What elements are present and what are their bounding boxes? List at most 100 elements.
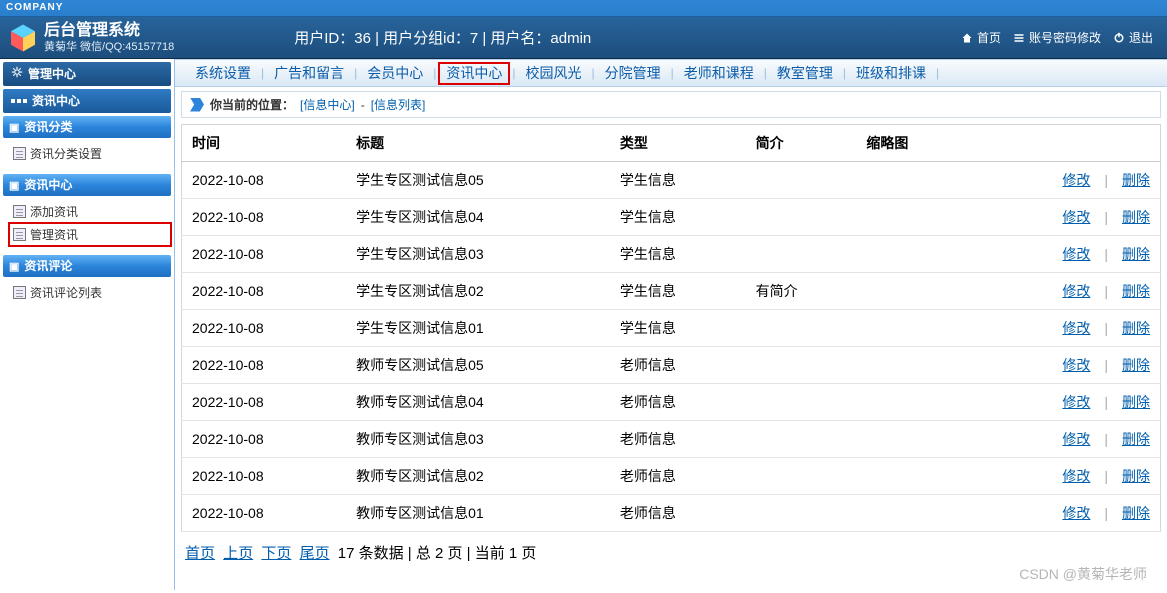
column-header: 时间 <box>182 125 347 162</box>
table-row: 2022-10-08学生专区测试信息04学生信息修改|删除 <box>182 199 1161 236</box>
edit-link[interactable]: 修改 <box>1062 505 1090 521</box>
doc-icon <box>13 205 26 218</box>
edit-link[interactable]: 修改 <box>1062 431 1090 447</box>
cell-title: 学生专区测试信息01 <box>346 310 610 347</box>
cell-title: 学生专区测试信息05 <box>346 162 610 199</box>
cell-type: 学生信息 <box>610 236 746 273</box>
sidebar-item[interactable]: 添加资讯 <box>9 200 171 223</box>
delete-link[interactable]: 删除 <box>1122 431 1150 447</box>
edit-link[interactable]: 修改 <box>1062 283 1090 299</box>
cell-type: 学生信息 <box>610 199 746 236</box>
cell-actions: 修改|删除 <box>967 236 1160 273</box>
list-icon <box>1012 31 1026 45</box>
cell-title: 教师专区测试信息01 <box>346 495 610 532</box>
cell-actions: 修改 | 删除 <box>967 347 1160 384</box>
gear-icon <box>11 62 23 86</box>
sidebar-title: 管理中心 <box>3 62 171 86</box>
edit-link[interactable]: 修改 <box>1062 172 1090 188</box>
delete-link[interactable]: 删除 <box>1122 505 1150 521</box>
delete-link[interactable]: 删除 <box>1122 246 1150 262</box>
delete-link[interactable]: 删除 <box>1122 172 1150 188</box>
pager-prev[interactable]: 上页 <box>223 545 253 562</box>
cell-thumb <box>856 199 967 236</box>
cell-thumb <box>856 347 967 384</box>
cell-date: 2022-10-08 <box>182 162 347 199</box>
top-nav-item[interactable]: 广告和留言 <box>266 62 352 85</box>
table-row: 2022-10-08教师专区测试信息02老师信息修改|删除 <box>182 458 1161 495</box>
edit-link[interactable]: 修改 <box>1062 246 1090 262</box>
sidebar-item[interactable]: 资讯分类设置 <box>9 142 171 165</box>
delete-link[interactable]: 删除 <box>1122 357 1150 373</box>
top-nav-item[interactable]: 会员中心 <box>359 62 431 85</box>
logout-label: 退出 <box>1129 29 1153 46</box>
breadcrumb-section[interactable]: [信息中心] <box>300 96 355 113</box>
cell-date: 2022-10-08 <box>182 199 347 236</box>
sidebar: 管理中心 资讯中心 资讯分类资讯分类设置资讯中心添加资讯管理资讯资讯评论资讯评论… <box>0 59 175 590</box>
edit-link[interactable]: 修改 <box>1062 209 1090 225</box>
action-separator: | <box>1104 468 1108 484</box>
edit-link[interactable]: 修改 <box>1062 394 1090 410</box>
sidebar-item-label: 资讯分类设置 <box>30 145 102 162</box>
sidebar-group-label: 资讯中心 <box>24 174 72 196</box>
cell-intro <box>746 458 857 495</box>
cell-date: 2022-10-08 <box>182 384 347 421</box>
home-button[interactable]: 首页 <box>956 27 1005 48</box>
nav-separator: | <box>592 66 595 80</box>
nav-separator: | <box>354 66 357 80</box>
breadcrumb-label: 你当前的位置： <box>210 96 294 113</box>
delete-link[interactable]: 删除 <box>1122 394 1150 410</box>
action-separator: | <box>1104 357 1108 373</box>
cell-actions: 修改|删除 <box>967 162 1160 199</box>
sidebar-group-label: 资讯评论 <box>24 255 72 277</box>
cell-title: 教师专区测试信息03 <box>346 421 610 458</box>
sidebar-item[interactable]: 资讯评论列表 <box>9 281 171 304</box>
cell-thumb <box>856 421 967 458</box>
sidebar-group-header[interactable]: 资讯中心 <box>3 174 171 196</box>
edit-link[interactable]: 修改 <box>1062 320 1090 336</box>
top-nav-item[interactable]: 分院管理 <box>597 62 669 85</box>
cell-thumb <box>856 384 967 421</box>
pager-first[interactable]: 首页 <box>185 545 215 562</box>
account-edit-label: 账号密码修改 <box>1029 29 1101 46</box>
top-nav-item[interactable]: 系统设置 <box>187 62 259 85</box>
top-nav-item[interactable]: 老师和课程 <box>676 62 762 85</box>
breadcrumb-sep: - <box>361 98 365 112</box>
nav-separator: | <box>843 66 846 80</box>
delete-link[interactable]: 删除 <box>1122 283 1150 299</box>
sidebar-group-header[interactable]: 资讯分类 <box>3 116 171 138</box>
cell-intro <box>746 347 857 384</box>
sidebar-group-header[interactable]: 资讯评论 <box>3 255 171 277</box>
pager-next[interactable]: 下页 <box>261 545 291 562</box>
company-strip: COMPANY <box>0 0 1167 17</box>
cell-thumb <box>856 236 967 273</box>
account-edit-button[interactable]: 账号密码修改 <box>1008 27 1105 48</box>
doc-icon <box>13 147 26 160</box>
data-table: 时间标题类型简介缩略图 2022-10-08学生专区测试信息05学生信息修改|删… <box>181 124 1161 532</box>
expand-icon <box>9 116 19 139</box>
cell-date: 2022-10-08 <box>182 458 347 495</box>
sidebar-item-label: 管理资讯 <box>30 226 78 243</box>
edit-link[interactable]: 修改 <box>1062 468 1090 484</box>
logout-button[interactable]: 退出 <box>1108 27 1157 48</box>
top-nav-item[interactable]: 校园风光 <box>518 62 590 85</box>
power-icon <box>1112 31 1126 45</box>
cell-type: 学生信息 <box>610 310 746 347</box>
delete-link[interactable]: 删除 <box>1122 320 1150 336</box>
breadcrumb-page[interactable]: [信息列表] <box>371 96 426 113</box>
cell-actions: 修改|删除 <box>967 421 1160 458</box>
top-nav-item[interactable]: 班级和排课 <box>848 62 934 85</box>
pager-last[interactable]: 尾页 <box>300 545 330 562</box>
cell-intro <box>746 384 857 421</box>
cell-date: 2022-10-08 <box>182 495 347 532</box>
edit-link[interactable]: 修改 <box>1062 357 1090 373</box>
app-subtitle: 黄菊华 微信/QQ:45157718 <box>44 40 174 54</box>
nav-separator: | <box>512 66 515 80</box>
nav-separator: | <box>671 66 674 80</box>
top-nav-item[interactable]: 资讯中心 <box>438 62 510 85</box>
cell-thumb <box>856 495 967 532</box>
cell-intro <box>746 421 857 458</box>
delete-link[interactable]: 删除 <box>1122 209 1150 225</box>
top-nav-item[interactable]: 教室管理 <box>769 62 841 85</box>
delete-link[interactable]: 删除 <box>1122 468 1150 484</box>
sidebar-item[interactable]: 管理资讯 <box>9 223 171 246</box>
